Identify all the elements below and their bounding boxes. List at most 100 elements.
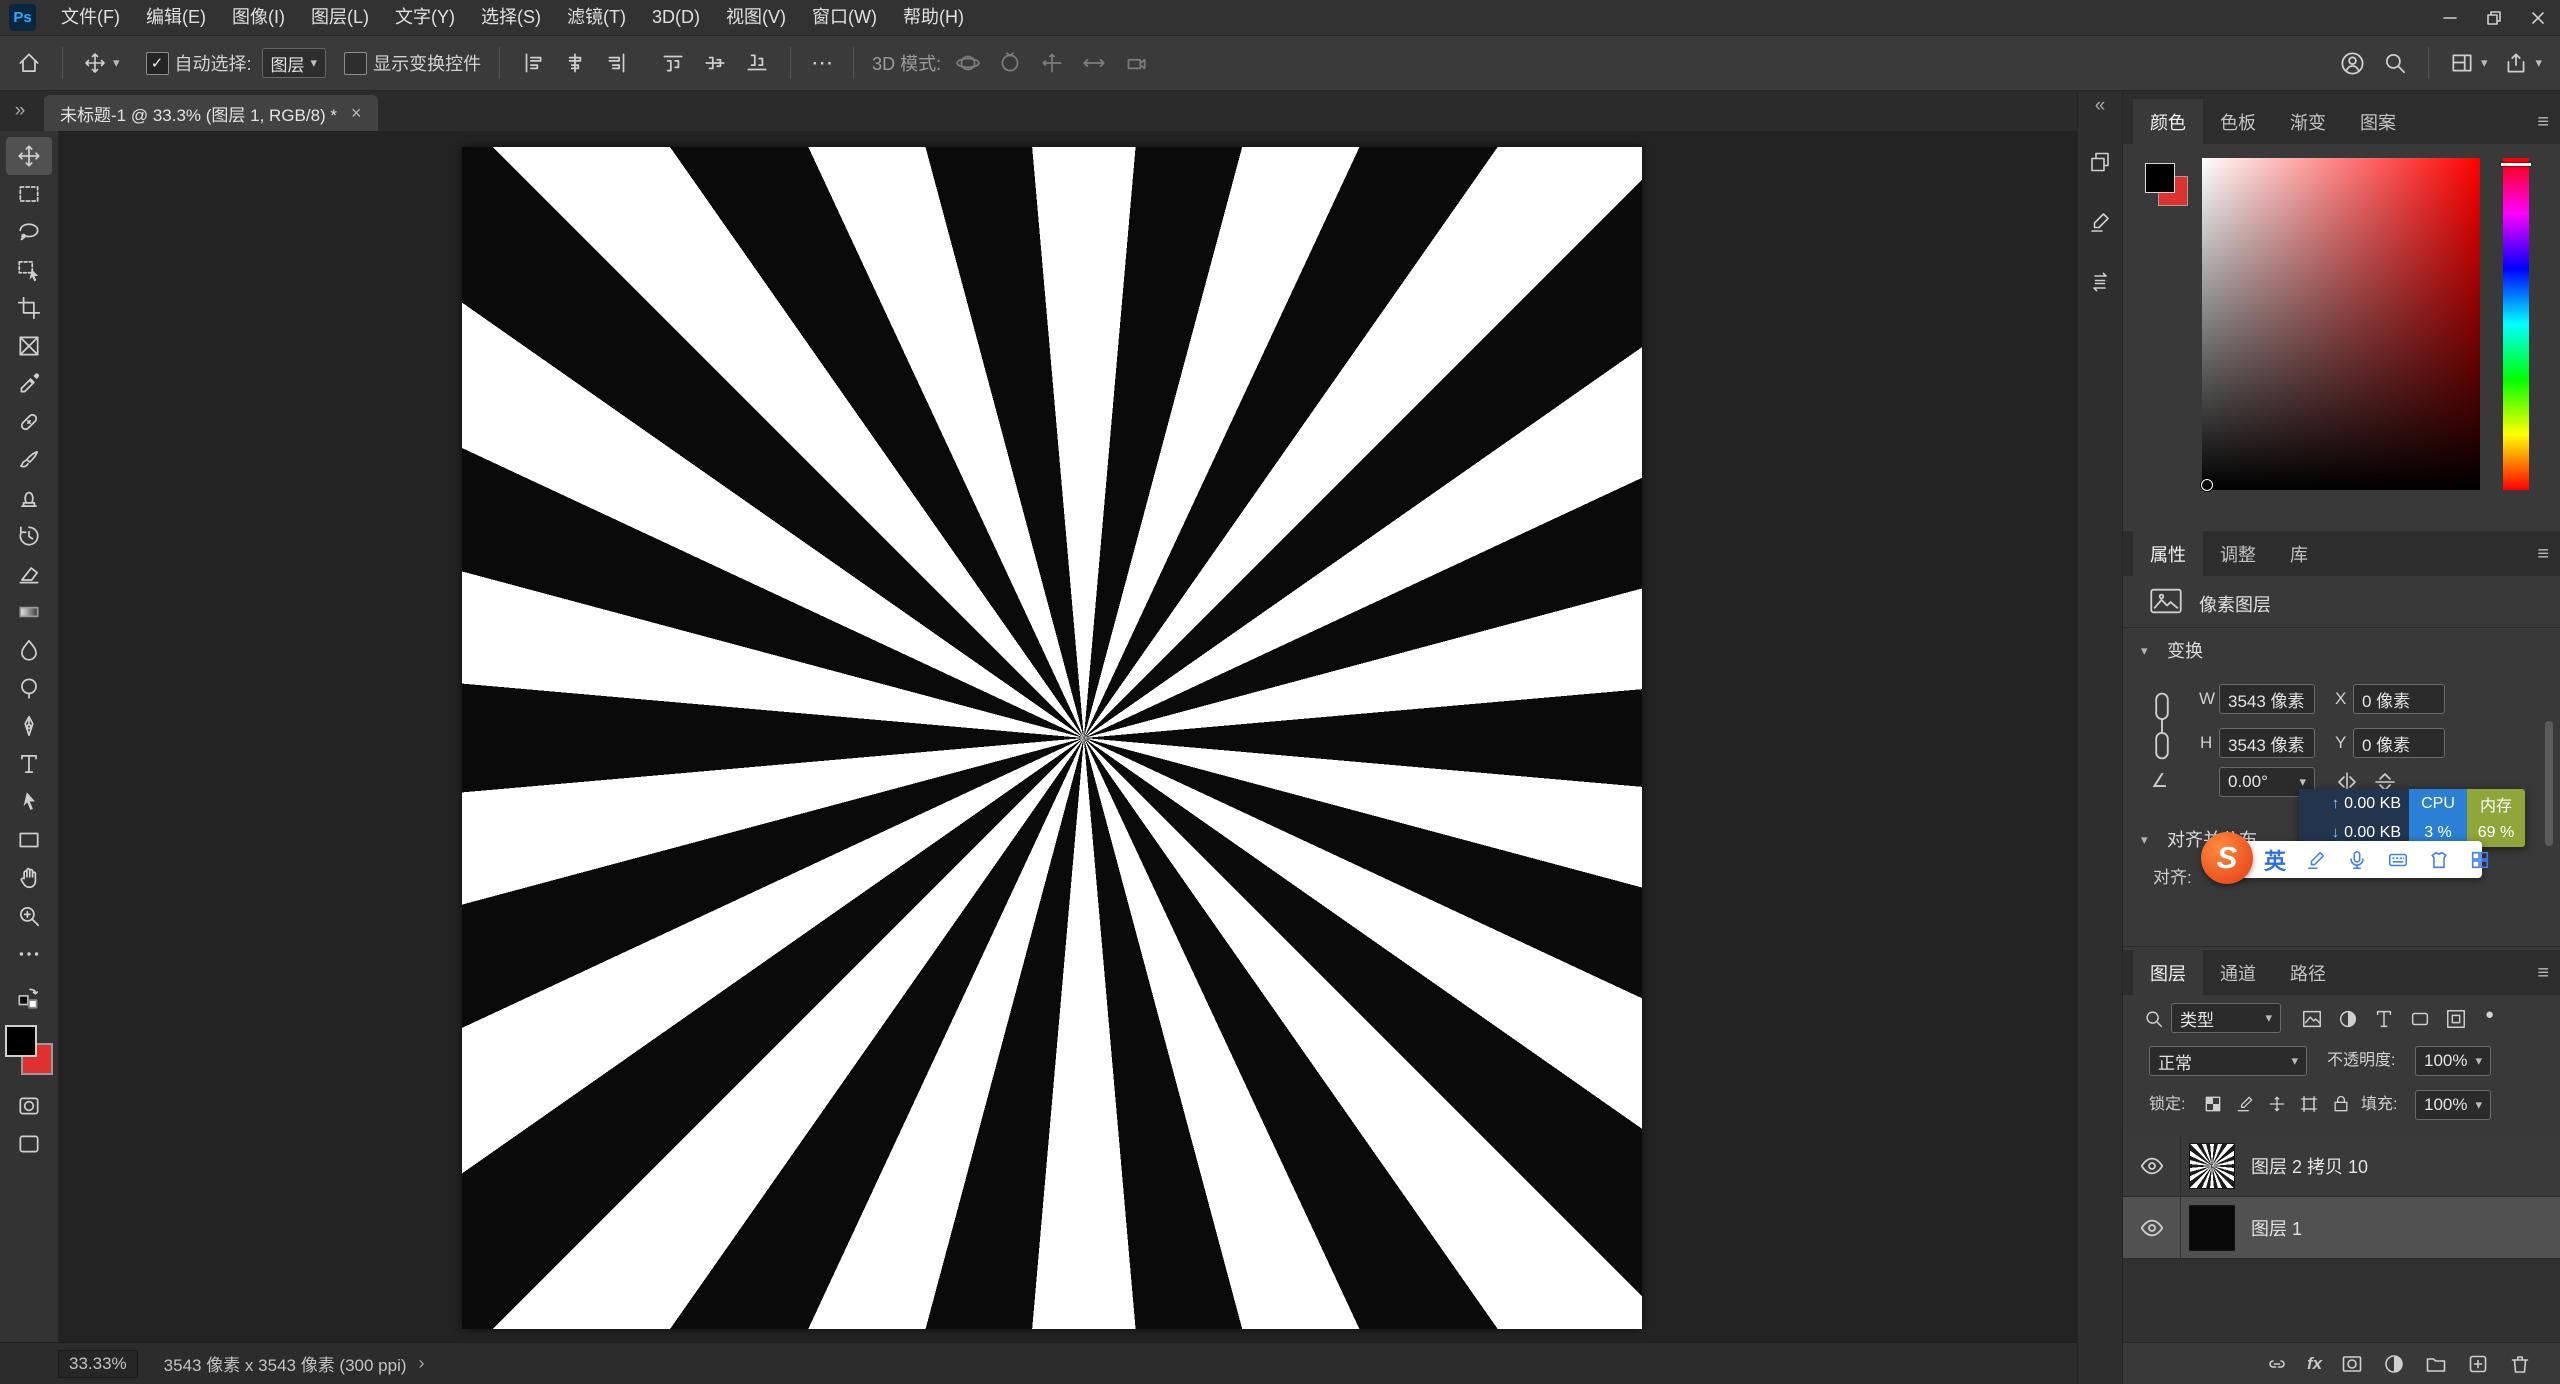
filter-pixel-layers-icon[interactable] [2301,1008,2323,1030]
lock-position-icon[interactable] [2267,1094,2287,1114]
3d-roll-icon[interactable] [993,46,1027,80]
x-field[interactable]: 0 像素 [2353,684,2445,714]
home-button[interactable] [12,46,46,80]
panel-menu-icon[interactable]: ≡ [2537,543,2549,566]
dodge-tool[interactable] [6,669,52,707]
minimize-button[interactable] [2428,0,2472,36]
layer-name[interactable]: 图层 2 拷贝 10 [2251,1153,2368,1179]
menu-select[interactable]: 选择(S) [468,0,554,35]
tab-layers[interactable]: 图层 [2133,950,2203,995]
layer-name[interactable]: 图层 1 [2251,1215,2302,1241]
sogou-logo[interactable]: S [2201,832,2253,884]
collapsed-panel-icon[interactable] [2081,143,2119,181]
brush-settings-panel-icon[interactable] [2081,203,2119,241]
zoom-tool[interactable] [6,897,52,935]
eraser-tool[interactable] [6,555,52,593]
panel-menu-icon[interactable]: ≡ [2537,962,2549,985]
account-icon[interactable] [2335,46,2370,81]
foreground-color-swatch[interactable] [5,1025,37,1057]
crop-tool[interactable] [6,289,52,327]
tool-preset-button[interactable]: ▾ [79,47,124,79]
chevron-down-icon[interactable]: ▾ [2141,643,2148,659]
zoom-level-field[interactable]: 33.33% [58,1350,138,1378]
layer-row[interactable]: 图层 2 拷贝 10 [2123,1135,2560,1197]
link-dimensions-icon[interactable] [2149,689,2175,763]
rectangle-tool[interactable] [6,821,52,859]
lock-image-pixels-icon[interactable] [2235,1094,2255,1114]
move-tool[interactable] [6,137,52,175]
hue-slider-handle[interactable] [2501,163,2531,166]
history-brush-tool[interactable] [6,517,52,555]
layer-thumbnail[interactable] [2189,1205,2235,1251]
brush-tool[interactable] [6,441,52,479]
align-top-edges-button[interactable] [656,46,690,80]
fill-field[interactable]: 100%▾ [2415,1090,2491,1120]
new-layer-icon[interactable] [2464,1350,2492,1378]
spot-healing-brush-tool[interactable] [6,403,52,441]
layer-row-selected[interactable]: 图层 1 [2123,1197,2560,1259]
frame-tool[interactable] [6,327,52,365]
screen-mode-button[interactable] [6,1125,52,1163]
edit-toolbar-button[interactable] [6,935,52,973]
close-button[interactable] [2516,0,2560,36]
3d-orbit-icon[interactable] [951,46,985,80]
rectangular-marquee-tool[interactable] [6,175,52,213]
dock-collapse-chevron[interactable]: « [2078,91,2123,121]
tab-channels[interactable]: 通道 [2203,950,2273,995]
keyboard-icon[interactable] [2387,849,2409,871]
swap-colors-icon[interactable] [6,979,52,1017]
menu-image[interactable]: 图像(I) [219,0,298,35]
menu-filter[interactable]: 滤镜(T) [554,0,639,35]
3d-dolly-icon[interactable] [1119,46,1153,80]
handwriting-icon[interactable] [2305,849,2327,871]
layer-thumbnail[interactable] [2189,1143,2235,1189]
blur-tool[interactable] [6,631,52,669]
filter-adjustment-layers-icon[interactable] [2337,1008,2359,1030]
menu-view[interactable]: 视图(V) [713,0,799,35]
lasso-tool[interactable] [6,213,52,251]
3d-slide-icon[interactable] [1077,46,1111,80]
more-align-options-button[interactable]: ⋯ [807,46,837,80]
toolbox-icon[interactable] [2469,849,2491,871]
tab-patterns[interactable]: 图案 [2343,99,2413,144]
photoshop-logo[interactable]: Ps [9,4,36,31]
menu-type[interactable]: 文字(Y) [382,0,468,35]
color-cursor[interactable] [2201,479,2213,491]
align-horizontal-centers-button[interactable] [558,46,592,80]
blend-mode-dropdown[interactable]: 正常▾ [2149,1046,2307,1076]
clone-stamp-tool[interactable] [6,479,52,517]
lock-artboard-icon[interactable] [2299,1094,2319,1114]
document-canvas[interactable] [462,147,1642,1329]
search-icon[interactable] [2378,46,2412,80]
menu-window[interactable]: 窗口(W) [799,0,890,35]
status-chevron-icon[interactable]: › [419,1353,425,1374]
auto-select-target-dropdown[interactable]: 图层 ▾ [262,48,327,78]
link-layers-icon[interactable] [2263,1350,2291,1378]
show-transform-checkbox[interactable] [344,52,367,75]
tab-gradients[interactable]: 渐变 [2273,99,2343,144]
document-tab[interactable]: 未标题-1 @ 33.3% (图层 1, RGB/8) * × [44,95,378,131]
filter-type-layers-icon[interactable] [2373,1008,2395,1030]
tab-libraries[interactable]: 库 [2273,531,2325,576]
y-field[interactable]: 0 像素 [2353,728,2445,758]
filter-smart-objects-icon[interactable] [2445,1008,2467,1030]
canvas-viewport[interactable] [59,131,2077,1342]
layer-visibility-toggle[interactable] [2123,1197,2181,1259]
opacity-field[interactable]: 100%▾ [2415,1046,2491,1076]
add-layer-mask-icon[interactable] [2338,1350,2366,1378]
eyedropper-tool[interactable] [6,365,52,403]
align-bottom-edges-button[interactable] [740,46,774,80]
workspace-switcher-icon[interactable]: ▾ [2445,46,2492,80]
tab-swatches[interactable]: 色板 [2203,99,2273,144]
saturation-brightness-field[interactable] [2202,158,2480,490]
menu-file[interactable]: 文件(F) [48,0,133,35]
lock-transparent-pixels-icon[interactable] [2203,1094,2223,1114]
panel-menu-icon[interactable]: ≡ [2537,111,2549,134]
menu-3d[interactable]: 3D(D) [639,0,713,35]
ime-language-toggle[interactable]: 英 [2264,844,2286,876]
delete-layer-icon[interactable] [2506,1350,2534,1378]
quick-mask-button[interactable] [6,1087,52,1125]
gradient-tool[interactable] [6,593,52,631]
tab-paths[interactable]: 路径 [2273,950,2343,995]
align-left-edges-button[interactable] [516,46,550,80]
